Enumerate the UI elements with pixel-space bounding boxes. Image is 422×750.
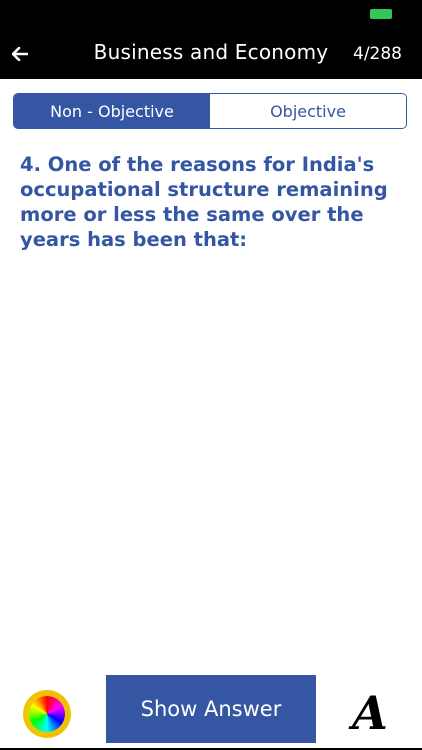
question-text: 4. One of the reasons for India's occupa…	[20, 153, 388, 251]
show-answer-button[interactable]: Show Answer	[106, 675, 316, 743]
navigation-bar: Business and Economy 4/288	[0, 34, 422, 79]
tab-objective[interactable]: Objective	[210, 94, 406, 128]
tab-non-objective[interactable]: Non - Objective	[14, 94, 210, 128]
status-bar	[0, 0, 422, 34]
color-wheel-icon[interactable]	[26, 693, 68, 735]
font-size-icon[interactable]: A	[346, 687, 394, 739]
battery-icon	[370, 9, 392, 19]
question-type-segmented-control: Non - Objective Objective	[13, 93, 407, 129]
question-counter: 4/288	[353, 44, 402, 64]
